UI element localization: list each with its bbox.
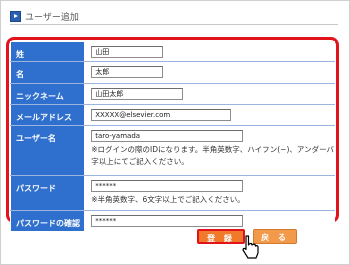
last-name-input[interactable] bbox=[91, 46, 164, 58]
password-confirm-input[interactable] bbox=[91, 215, 244, 227]
email-input[interactable] bbox=[91, 109, 232, 121]
first-name-input[interactable] bbox=[91, 66, 164, 78]
label-username: ユーザー名 bbox=[9, 125, 86, 176]
username-note-2: 字以上にてご記入ください。 bbox=[91, 157, 189, 166]
password-input[interactable] bbox=[91, 180, 244, 192]
row-password: パスワード ※半角英数字、6文字以上でご記入ください。 bbox=[9, 175, 335, 211]
username-note-1: ※ログインの際のIDになります。半角英数字、ハイフン(−)、アンダーバ bbox=[91, 145, 334, 154]
label-password: パスワード bbox=[9, 175, 86, 211]
label-first-name: 名 bbox=[9, 61, 86, 84]
username-input[interactable] bbox=[91, 130, 244, 142]
label-email: メールアドレス bbox=[9, 104, 86, 126]
label-last-name: 姓 bbox=[9, 41, 86, 62]
user-form: 姓 名 ニックネーム メールアドレス ユーザー名 ※ログインの際のIDになります… bbox=[9, 41, 335, 232]
mouse-pointer-icon bbox=[242, 235, 259, 259]
section-title: ユーザー追加 bbox=[25, 13, 79, 23]
label-nickname: ニックネーム bbox=[9, 83, 86, 105]
section-header: ユーザー追加 bbox=[10, 8, 338, 25]
row-first-name: 名 bbox=[9, 61, 335, 84]
label-password-confirm: パスワードの確認 bbox=[9, 210, 86, 232]
register-button[interactable]: 登 録 bbox=[197, 229, 245, 244]
nickname-input[interactable] bbox=[91, 88, 184, 100]
row-nickname: ニックネーム bbox=[9, 83, 335, 105]
bullet-arrow-icon bbox=[10, 11, 21, 22]
row-last-name: 姓 bbox=[9, 41, 335, 62]
row-username: ユーザー名 ※ログインの際のIDになります。半角英数字、ハイフン(−)、アンダー… bbox=[9, 125, 335, 176]
row-email: メールアドレス bbox=[9, 104, 335, 126]
password-note: ※半角英数字、6文字以上でご記入ください。 bbox=[91, 195, 245, 204]
